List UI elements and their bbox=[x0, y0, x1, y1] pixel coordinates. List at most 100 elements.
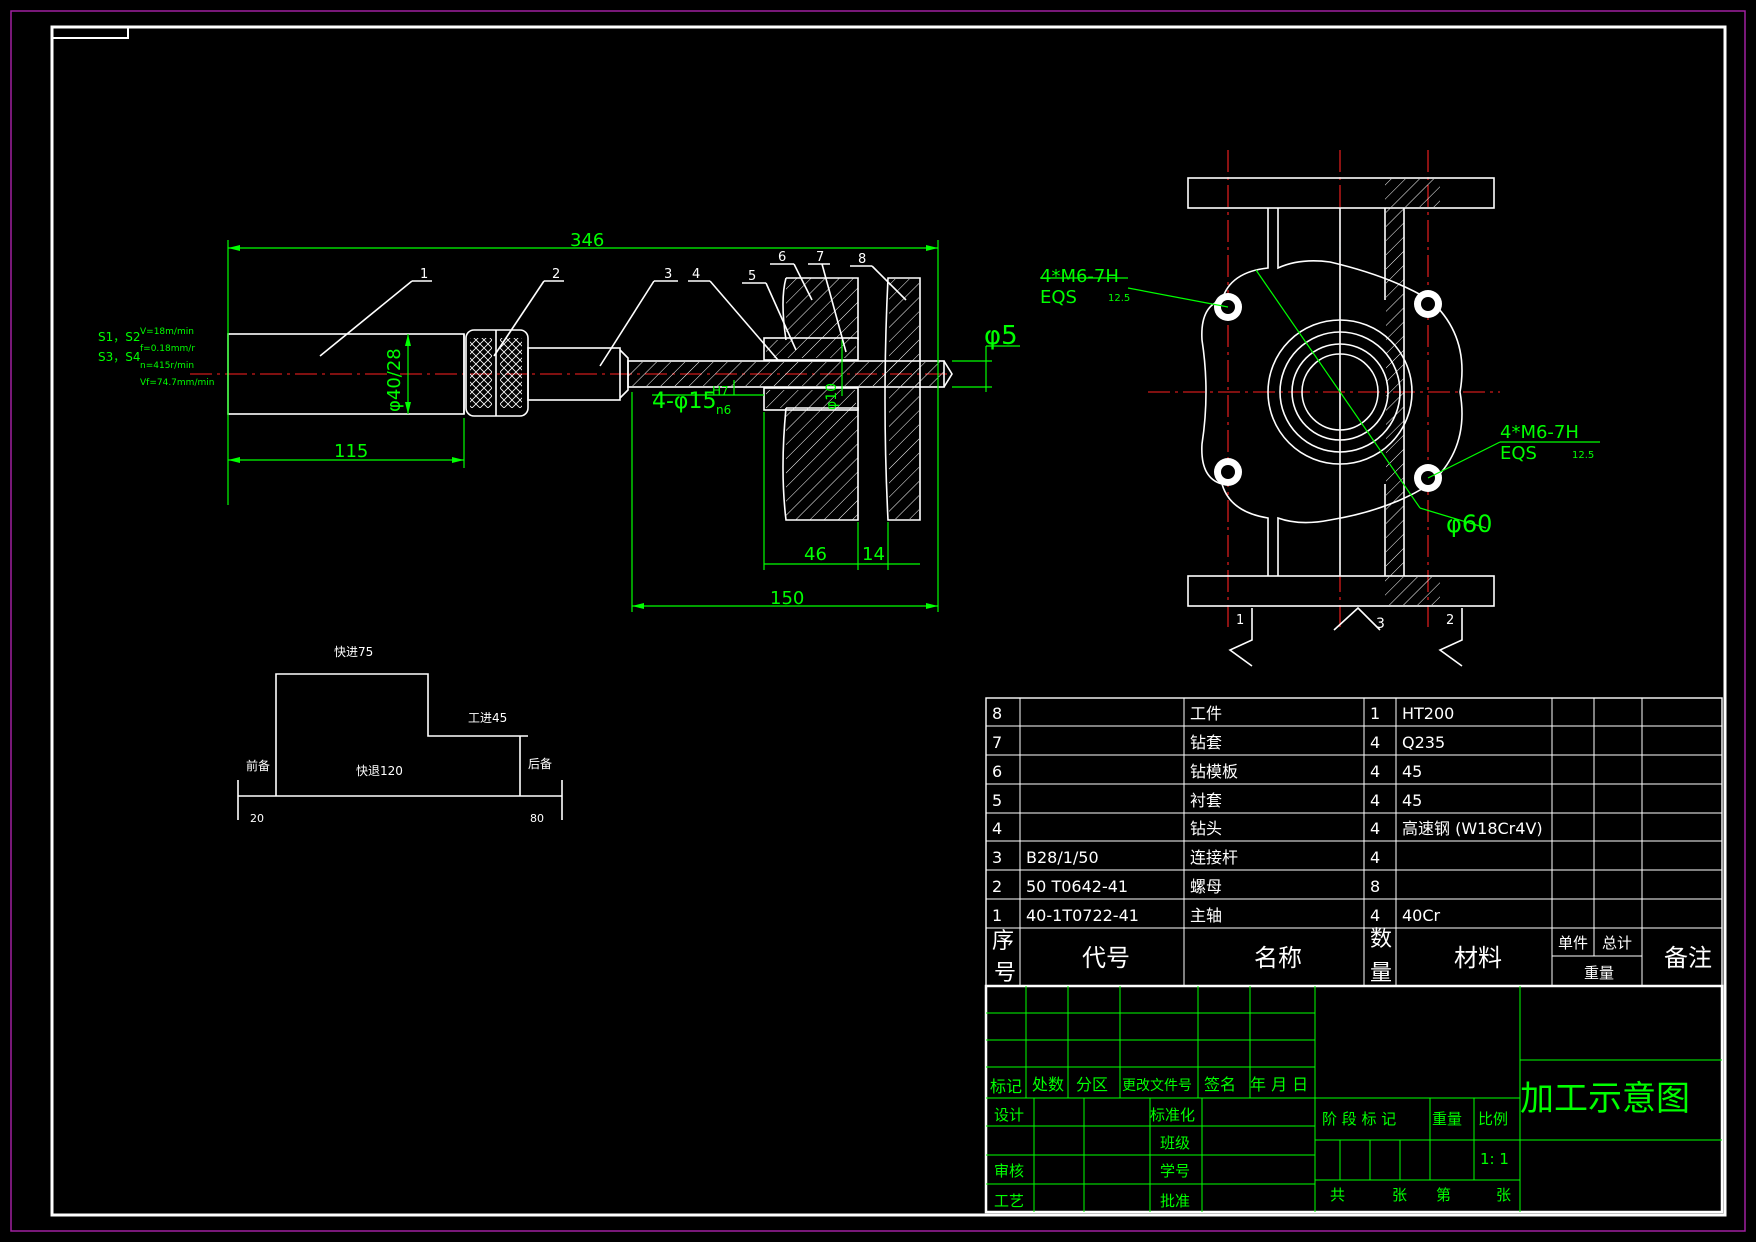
dim-overall-label: 346 bbox=[570, 230, 604, 251]
svg-text:张: 张 bbox=[1392, 1186, 1407, 1204]
svg-text:1: 1 bbox=[1236, 613, 1244, 628]
nut bbox=[465, 329, 529, 417]
dim-spindle-label: 115 bbox=[334, 441, 368, 462]
svg-text:f=0.18mm/r: f=0.18mm/r bbox=[140, 344, 195, 354]
svg-text:B28/1/50: B28/1/50 bbox=[1026, 848, 1099, 867]
svg-text:钻套: 钻套 bbox=[1190, 733, 1222, 752]
balloon-2: 2 bbox=[552, 267, 560, 282]
balloon-7: 7 bbox=[816, 250, 824, 265]
svg-text:6: 6 bbox=[992, 762, 1002, 781]
svg-text:4: 4 bbox=[1370, 762, 1380, 781]
dim-drill-dia: φ5 bbox=[952, 321, 1020, 392]
svg-text:3: 3 bbox=[992, 848, 1002, 867]
svg-text:阶 段 标 记: 阶 段 标 记 bbox=[1322, 1110, 1396, 1128]
svg-text:第: 第 bbox=[1436, 1186, 1451, 1204]
svg-text:数: 数 bbox=[1370, 927, 1392, 952]
svg-text:2: 2 bbox=[1446, 613, 1454, 628]
svg-text:处数: 处数 bbox=[1032, 1075, 1064, 1094]
svg-text:重量: 重量 bbox=[1584, 964, 1614, 982]
front-view: 4*M6-7H EQS 12.5 4*M6-7H EQS 12.5 φ60 1 … bbox=[1040, 150, 1600, 667]
svg-text:4: 4 bbox=[1370, 819, 1380, 838]
svg-text:工件: 工件 bbox=[1190, 704, 1222, 723]
callout-top: 4*M6-7H bbox=[1040, 266, 1119, 287]
svg-text:签名: 签名 bbox=[1204, 1075, 1236, 1094]
bushing-dia-label: 4-φ15 bbox=[652, 389, 716, 414]
cutting-params: S1，S2 S3，S4 V=18m/min f=0.18mm/r n=415r/… bbox=[98, 327, 214, 388]
dim-tool-label: 150 bbox=[770, 588, 804, 609]
svg-text:n=415r/min: n=415r/min bbox=[140, 361, 194, 371]
svg-text:量: 量 bbox=[1370, 961, 1392, 986]
svg-text:螺母: 螺母 bbox=[1190, 877, 1222, 896]
svg-text:标记: 标记 bbox=[990, 1077, 1022, 1096]
dim-spindle: 115 bbox=[228, 418, 465, 468]
svg-text:衬套: 衬套 bbox=[1190, 791, 1222, 810]
svg-text:单件: 单件 bbox=[1558, 934, 1588, 952]
svg-text:1: 1 bbox=[992, 906, 1002, 925]
workpiece bbox=[884, 277, 921, 521]
svg-text:张: 张 bbox=[1496, 1186, 1511, 1204]
work-cycle: 快进75 工进45 快退120 前备 后备 20 80 bbox=[237, 645, 563, 825]
svg-text:4: 4 bbox=[992, 819, 1002, 838]
balloon-1: 1 bbox=[420, 267, 428, 282]
svg-text:钻头: 钻头 bbox=[1190, 819, 1222, 838]
svg-text:12.5: 12.5 bbox=[1108, 293, 1130, 304]
svg-text:50 T0642-41: 50 T0642-41 bbox=[1026, 877, 1128, 896]
svg-text:批准: 批准 bbox=[1160, 1192, 1190, 1210]
balloon-4: 4 bbox=[692, 267, 700, 282]
border-frame bbox=[50, 25, 1727, 1217]
svg-text:名称: 名称 bbox=[1254, 944, 1302, 972]
svg-text:V=18m/min: V=18m/min bbox=[140, 327, 194, 337]
callout-top-eqs: EQS bbox=[1040, 287, 1077, 308]
svg-text:班级: 班级 bbox=[1160, 1134, 1190, 1152]
svg-text:前备: 前备 bbox=[246, 758, 270, 773]
svg-text:12.5: 12.5 bbox=[1572, 450, 1594, 461]
drawing-title: 加工示意图 bbox=[1520, 1079, 1690, 1119]
svg-text:高速钢 (W18Cr4V): 高速钢 (W18Cr4V) bbox=[1402, 819, 1543, 838]
svg-text:HT200: HT200 bbox=[1402, 704, 1454, 723]
svg-text:4: 4 bbox=[1370, 791, 1380, 810]
svg-text:S1，S2: S1，S2 bbox=[98, 330, 141, 344]
balloon-3: 3 bbox=[664, 267, 672, 282]
svg-text:Q235: Q235 bbox=[1402, 733, 1445, 752]
svg-text:4: 4 bbox=[1370, 906, 1380, 925]
svg-text:设计: 设计 bbox=[994, 1106, 1024, 1124]
svg-text:总计: 总计 bbox=[1602, 934, 1632, 952]
fit-top-label: H7 bbox=[712, 384, 729, 398]
svg-text:学号: 学号 bbox=[1160, 1162, 1190, 1180]
svg-text:40Cr: 40Cr bbox=[1402, 906, 1441, 925]
svg-text:钻模板: 钻模板 bbox=[1190, 762, 1238, 781]
svg-text:2: 2 bbox=[992, 877, 1002, 896]
svg-text:年 月 日: 年 月 日 bbox=[1250, 1075, 1308, 1094]
svg-text:1: 1: 1: 1 bbox=[1480, 1150, 1509, 1168]
svg-text:8: 8 bbox=[992, 704, 1002, 723]
dim-plate-label: 46 bbox=[804, 544, 827, 565]
svg-text:后备: 后备 bbox=[528, 757, 552, 771]
dim-workpiece-label: 14 bbox=[862, 544, 885, 565]
corner-tab bbox=[52, 27, 129, 39]
outer-frame bbox=[10, 10, 1746, 1232]
bore-dia-label: φ60 bbox=[1446, 510, 1492, 538]
svg-text:Vf=74.7mm/min: Vf=74.7mm/min bbox=[140, 378, 214, 388]
svg-text:45: 45 bbox=[1402, 762, 1422, 781]
drill-dia-label: φ5 bbox=[984, 321, 1018, 351]
svg-text:80: 80 bbox=[530, 812, 544, 825]
balloon-5: 5 bbox=[748, 269, 756, 284]
parts-rows: 8 工件 1 HT200 7 钻套 4 Q235 6 钻模板 4 45 5 衬套… bbox=[992, 704, 1543, 925]
svg-text:4: 4 bbox=[1370, 733, 1380, 752]
svg-text:比例: 比例 bbox=[1478, 1110, 1508, 1128]
side-view: 346 115 150 46 14 φ40/28 φ5 4-φ15 H7 n6 … bbox=[98, 230, 1020, 612]
svg-text:更改文件号: 更改文件号 bbox=[1122, 1078, 1192, 1094]
svg-text:标准化: 标准化 bbox=[1150, 1106, 1195, 1124]
inner-dia-label: φ10 bbox=[824, 383, 840, 410]
cad-drawing: 346 115 150 46 14 φ40/28 φ5 4-φ15 H7 n6 … bbox=[10, 10, 1746, 1232]
svg-text:审核: 审核 bbox=[994, 1162, 1024, 1180]
fit-bottom-label: n6 bbox=[716, 403, 731, 417]
svg-text:号: 号 bbox=[994, 961, 1016, 986]
callout-bottom-eqs: EQS bbox=[1500, 443, 1537, 464]
svg-text:45: 45 bbox=[1402, 791, 1422, 810]
svg-text:连接杆: 连接杆 bbox=[1190, 848, 1238, 867]
svg-text:代号: 代号 bbox=[1082, 944, 1130, 972]
svg-text:3: 3 bbox=[1376, 616, 1385, 632]
spindle-dia-label: φ40/28 bbox=[384, 348, 405, 412]
title-block: 标记 处数 分区 更改文件号 签名 年 月 日 设计 标准化 班级 审核 学号 … bbox=[984, 984, 1724, 1214]
